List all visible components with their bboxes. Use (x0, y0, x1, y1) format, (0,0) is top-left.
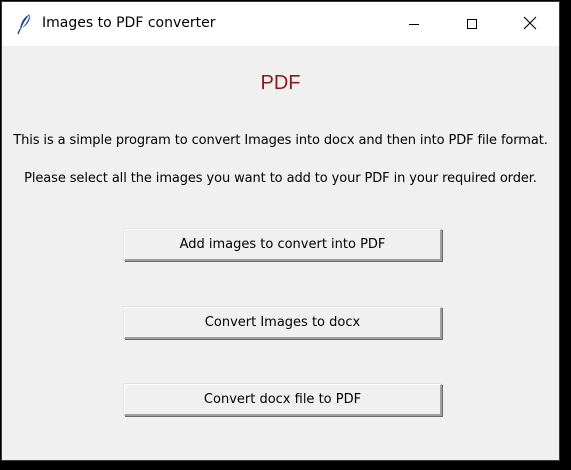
app-window: Images to PDF converter PDF This is a si… (1, 1, 560, 461)
maximize-icon (467, 19, 477, 29)
add-images-button[interactable]: Add images to convert into PDF (124, 229, 442, 261)
maximize-button[interactable] (443, 2, 501, 46)
minimize-icon (409, 23, 419, 25)
close-icon (523, 15, 537, 34)
convert-images-to-docx-button[interactable]: Convert Images to docx (124, 307, 442, 339)
page-heading: PDF (260, 72, 301, 94)
description-line-1: This is a simple program to convert Imag… (13, 133, 548, 148)
feather-icon (16, 13, 34, 35)
window-title: Images to PDF converter (42, 15, 216, 31)
title-bar[interactable]: Images to PDF converter (2, 2, 559, 46)
convert-docx-to-pdf-button[interactable]: Convert docx file to PDF (124, 384, 442, 416)
close-button[interactable] (501, 2, 559, 46)
minimize-button[interactable] (385, 2, 443, 46)
main-content: PDF This is a simple program to convert … (2, 46, 559, 460)
description-line-2: Please select all the images you want to… (24, 171, 537, 186)
